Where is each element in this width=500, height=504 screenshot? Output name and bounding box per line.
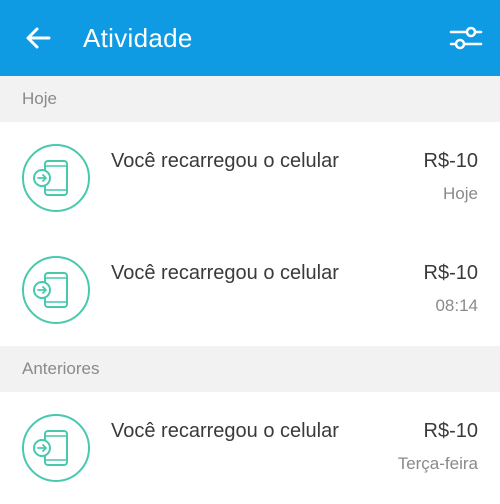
activity-date: Terça-feira: [397, 454, 478, 473]
app-bar: Atividade: [0, 0, 500, 76]
arrow-left-icon: [26, 27, 51, 49]
activity-amount: R$-10: [423, 150, 478, 172]
phone-recharge-icon: [21, 413, 91, 483]
activity-date: Hoje: [443, 184, 478, 203]
activity-label: Você recarregou o celular: [111, 262, 339, 284]
activity-amount: R$-10: [423, 262, 478, 284]
back-button[interactable]: [22, 22, 54, 54]
activity-amount: R$-10: [423, 420, 478, 442]
activity-item[interactable]: Você recarregou o celular R$-10 Terça-fe…: [0, 392, 500, 504]
page-title: Atividade: [83, 23, 193, 53]
activity-label: Você recarregou o celular: [111, 420, 339, 442]
activity-date: 08:14: [435, 296, 478, 315]
section-header-today: Hoje: [0, 76, 500, 122]
sliders-icon: [449, 26, 483, 50]
phone-recharge-icon: [21, 255, 91, 325]
section-header-previous: Anteriores: [0, 346, 500, 392]
filter-button[interactable]: [448, 20, 484, 56]
activity-item[interactable]: Você recarregou o celular R$-10 08:14: [0, 234, 500, 346]
phone-recharge-icon: [21, 143, 91, 213]
activity-item[interactable]: Você recarregou o celular R$-10 Hoje: [0, 122, 500, 234]
activity-label: Você recarregou o celular: [111, 150, 339, 172]
